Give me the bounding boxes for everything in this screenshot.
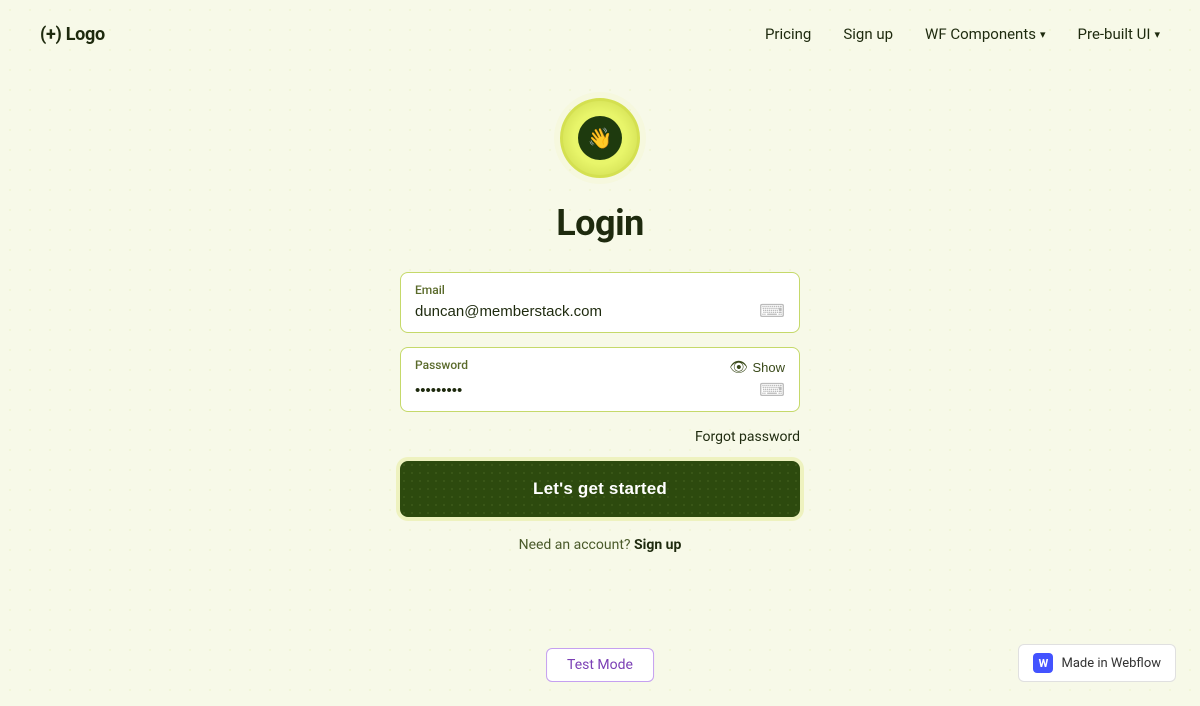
nav-link-wf-components[interactable]: WF Components ▾	[925, 25, 1045, 43]
navbar: (+) Logo Pricing Sign up WF Components ▾…	[0, 0, 1200, 68]
password-field[interactable]	[415, 382, 751, 399]
logo[interactable]: (+) Logo	[40, 24, 105, 45]
signup-link[interactable]: Sign up	[634, 537, 681, 553]
nav-link-pricing[interactable]: Pricing	[765, 25, 811, 43]
chevron-down-icon: ▾	[1154, 28, 1160, 41]
email-row: ⌨	[415, 301, 785, 322]
main-content: 👋 Login Email ⌨ Password 👁 Show	[0, 68, 1200, 553]
password-row: ⌨	[415, 380, 785, 401]
password-input-group: Password 👁 Show ⌨	[400, 347, 800, 412]
avatar: 👋	[560, 98, 640, 178]
avatar-icon: 👋	[578, 116, 622, 160]
chevron-down-icon: ▾	[1040, 28, 1046, 41]
login-form: Email ⌨ Password 👁 Show ⌨ Forgot passwo	[400, 272, 800, 553]
webflow-badge[interactable]: W Made in Webflow	[1018, 644, 1176, 682]
email-field[interactable]	[415, 303, 751, 320]
keyboard-icon: ⌨	[759, 301, 785, 322]
webflow-icon: W	[1033, 653, 1053, 673]
nav-link-prebuilt-ui[interactable]: Pre-built UI ▾	[1078, 25, 1160, 43]
keyboard-icon-password: ⌨	[759, 380, 785, 401]
webflow-label: Made in Webflow	[1061, 656, 1161, 671]
forgot-password-container: Forgot password	[400, 426, 800, 445]
test-mode-badge[interactable]: Test Mode	[546, 648, 654, 682]
signup-prompt: Need an account? Sign up	[400, 537, 800, 553]
page-title: Login	[556, 202, 644, 244]
password-label: Password	[415, 358, 468, 372]
email-input-group: Email ⌨	[400, 272, 800, 333]
submit-button[interactable]: Let's get started	[400, 461, 800, 517]
nav-link-signup[interactable]: Sign up	[843, 25, 893, 43]
show-password-button[interactable]: 👁 Show	[729, 358, 785, 376]
eye-icon: 👁	[729, 358, 748, 376]
forgot-password-link[interactable]: Forgot password	[695, 429, 800, 445]
email-label: Email	[415, 283, 785, 297]
password-label-row: Password 👁 Show	[415, 358, 785, 376]
nav-links: Pricing Sign up WF Components ▾ Pre-buil…	[765, 25, 1160, 43]
